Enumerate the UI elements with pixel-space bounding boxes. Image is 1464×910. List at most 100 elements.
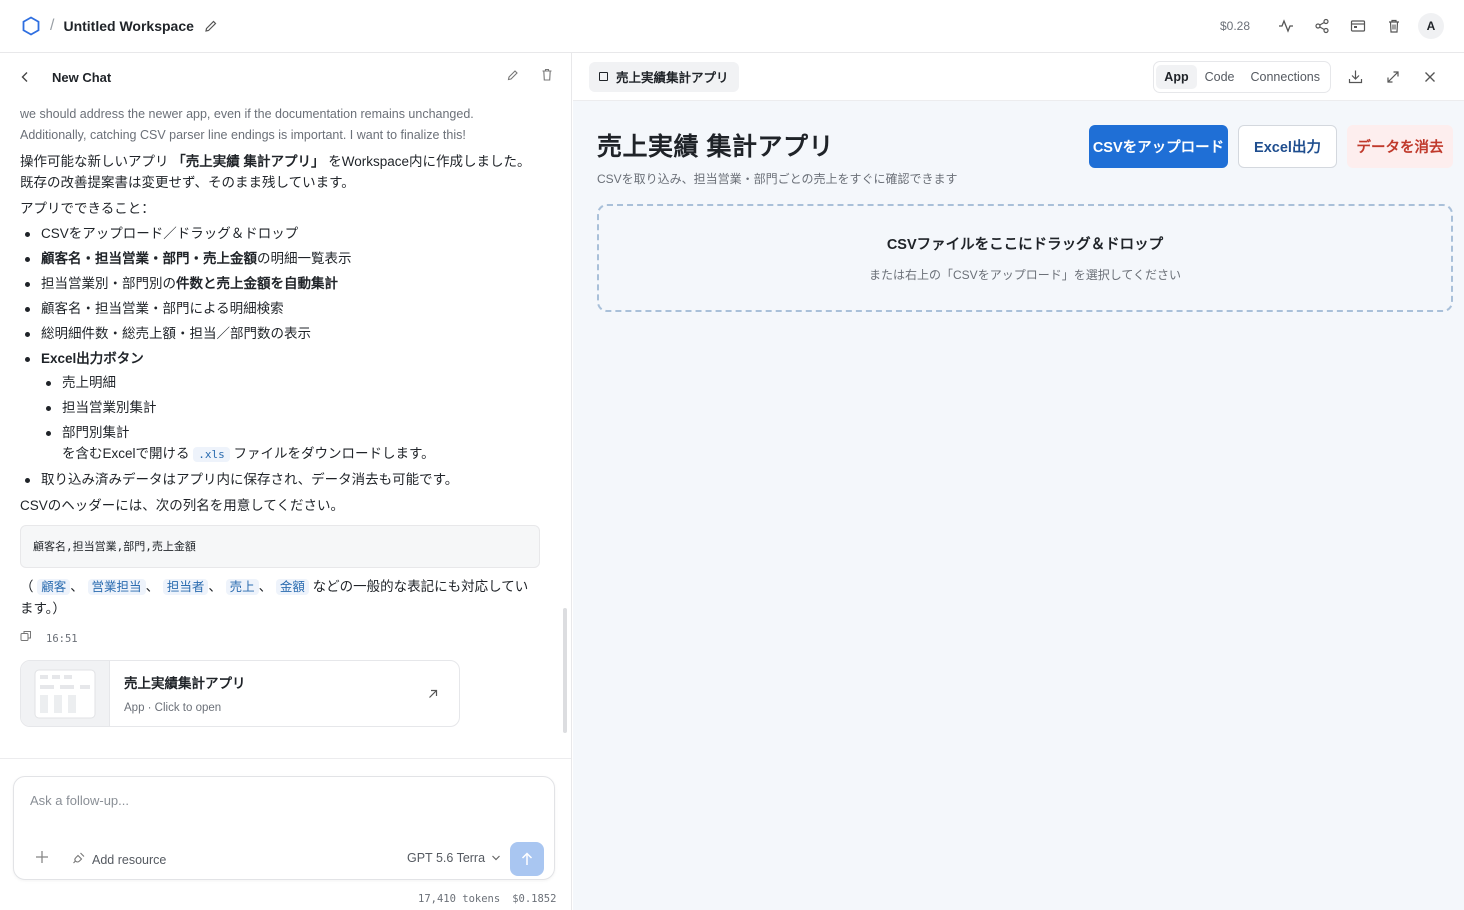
tab-app[interactable]: App (1156, 64, 1197, 89)
token-count: 17,410 tokens (418, 893, 501, 905)
app-tab-label: 売上実績集計アプリ (616, 71, 729, 85)
list-item-text: 取り込み済みデータはアプリ内に保存され、データ消去も可能です。 (41, 472, 459, 487)
separator: 、 (208, 579, 222, 594)
message-meta: 16:51 (20, 629, 540, 650)
scrollbar-thumb[interactable] (563, 608, 567, 733)
app-thumbnail-icon (21, 661, 110, 726)
inline-chip: 顧客 (37, 579, 71, 595)
composer[interactable]: Ask a follow-up... Add resource GPT 5.6 … (13, 776, 555, 880)
separator: 、 (258, 579, 273, 594)
list-item-text: 担当営業別集計 (62, 400, 157, 415)
csv-drop-zone[interactable]: CSVファイルをここにドラッグ＆ドロップ または右上の「CSVをアップロード」を… (597, 204, 1453, 312)
follow-up-input[interactable]: Ask a follow-up... (30, 793, 129, 808)
list-item-text: 総明細件数・総売上額・担当／部門数の表示 (41, 326, 311, 341)
list-item: 顧客名・担当営業・部門・売上金額の明細一覧表示 (20, 248, 540, 269)
app-name-bold: 「売上実績 集計アプリ」 (172, 154, 325, 169)
assistant-message: we should address the newer app, even if… (20, 104, 540, 727)
close-icon[interactable] (1411, 71, 1448, 83)
plug-icon (72, 851, 86, 868)
back-icon[interactable] (20, 71, 36, 83)
inline-chip: 担当者 (162, 579, 209, 595)
list-item-text: ファイルをダウンロードします。 (229, 446, 435, 461)
list-item-bold: 件数と売上金額を自動集計 (176, 276, 338, 291)
edit-chat-icon[interactable] (507, 68, 519, 86)
text-span: をWorkspace内に作成しました。 (324, 154, 531, 169)
share-icon[interactable] (1304, 8, 1340, 44)
download-icon[interactable] (1337, 69, 1374, 84)
chat-header: New Chat (0, 53, 571, 101)
list-item-text: 部門別集計 (62, 425, 130, 440)
divider (0, 758, 571, 759)
preview-header: 売上実績集計アプリ App Code Connections (573, 53, 1464, 101)
message-paragraph: CSVのヘッダーには、次の列名を用意してください。 (20, 498, 344, 513)
list-item: CSVをアップロード／ドラッグ＆ドロップ (20, 223, 540, 244)
list-item-text: 売上明細 (62, 375, 116, 390)
inline-chip: 営業担当 (87, 579, 146, 595)
hexagon-logo-icon[interactable] (20, 15, 42, 37)
drop-zone-title: CSVファイルをここにドラッグ＆ドロップ (886, 237, 1164, 253)
breadcrumb-separator: / (50, 17, 55, 34)
app-card-subtitle: App · Click to open (124, 702, 222, 714)
list-item-bold: 顧客名・担当営業・部門・売上金額 (41, 251, 257, 266)
open-arrow-icon[interactable] (407, 661, 459, 726)
chevron-down-icon (491, 851, 501, 865)
text-span: 操作可能な新しいアプリ (20, 154, 173, 169)
list-item: 売上明細 (41, 372, 540, 393)
message-paragraph: （ 顧客、 営業担当、 担当者、 売上、 金額 などの一般的な表記にも対応してい… (20, 576, 540, 619)
model-label: GPT 5.6 Terra (407, 851, 486, 865)
app-tab[interactable]: 売上実績集計アプリ (589, 61, 739, 92)
page-title: 売上実績 集計アプリ (597, 133, 834, 161)
excel-export-button[interactable]: Excel出力 (1238, 125, 1337, 168)
separator: 、 (70, 579, 84, 594)
activity-icon[interactable] (1268, 8, 1304, 44)
avatar[interactable]: A (1418, 13, 1444, 39)
code-block: 顧客名,担当営業,部門,売上金額 (20, 525, 540, 568)
app-card-info: 売上実績集計アプリ App · Click to open (110, 661, 407, 726)
token-cost: $0.1852 (512, 893, 557, 905)
copy-icon[interactable] (20, 629, 32, 650)
drop-zone-subtitle: または右上の「CSVをアップロード」を選択してください (869, 268, 1181, 282)
list-item: 担当営業別・部門別の件数と売上金額を自動集計 (20, 273, 540, 294)
list-item-text: の明細一覧表示 (257, 251, 352, 266)
app-header: 売上実績 集計アプリ CSVを取り込み、担当営業・部門ごとの売上をすぐに確認でき… (597, 127, 958, 187)
plus-icon[interactable] (34, 849, 50, 865)
expand-icon[interactable] (1374, 70, 1411, 84)
view-switcher: App Code Connections (1153, 60, 1331, 93)
message-paragraph: アプリでできること： (20, 201, 155, 216)
list-item-bold: Excel出力ボタン (41, 351, 144, 366)
pencil-icon[interactable] (204, 18, 220, 34)
list-item: 総明細件数・総売上額・担当／部門数の表示 (20, 323, 540, 344)
add-resource-button[interactable]: Add resource (72, 851, 166, 868)
list-item-text: CSVをアップロード／ドラッグ＆ドロップ (41, 226, 299, 241)
list-item-text: を含むExcelで開ける (62, 446, 194, 461)
chat-panel: New Chat we should address the newer app… (0, 53, 572, 910)
workspace-title[interactable]: Untitled Workspace (63, 18, 193, 34)
app-actions: CSVをアップロード Excel出力 データを消去 (1089, 125, 1453, 168)
token-usage: 17,410 tokens $0.1852 (418, 893, 556, 905)
inline-chip: 売上 (225, 579, 259, 595)
trash-icon[interactable] (1376, 8, 1412, 44)
page-subtitle: CSVを取り込み、担当営業・部門ごとの売上をすぐに確認できます (597, 172, 958, 186)
app-card-title: 売上実績集計アプリ (124, 676, 246, 691)
model-selector[interactable]: GPT 5.6 Terra (407, 851, 501, 865)
message-paragraph: 操作可能な新しいアプリ 「売上実績 集計アプリ」 をWorkspace内に作成し… (20, 151, 540, 193)
message-time: 16:51 (46, 633, 78, 645)
feature-list: CSVをアップロード／ドラッグ＆ドロップ 顧客名・担当営業・部門・売上金額の明細… (20, 223, 540, 490)
clear-data-button[interactable]: データを消去 (1347, 125, 1453, 168)
cost-label: $0.28 (1219, 19, 1250, 33)
tab-connections[interactable]: Connections (1243, 65, 1329, 89)
delete-chat-icon[interactable] (541, 68, 553, 86)
tab-code[interactable]: Code (1197, 65, 1243, 89)
app-square-icon (599, 72, 608, 81)
text-span: 既存の改善提案書は変更せず、そのまま残しています。 (20, 175, 355, 190)
thinking-text: we should address the newer app, even if… (20, 107, 474, 142)
app-card[interactable]: 売上実績集計アプリ App · Click to open (20, 660, 460, 727)
text-span: （ (20, 579, 34, 594)
send-button[interactable] (510, 842, 544, 876)
chat-title: New Chat (52, 69, 112, 85)
inline-code: .xls (193, 447, 230, 462)
panel-icon[interactable] (1340, 8, 1376, 44)
list-item: 取り込み済みデータはアプリ内に保存され、データ消去も可能です。 (20, 469, 540, 490)
list-item-text: 担当営業別・部門別の (41, 276, 176, 291)
upload-csv-button[interactable]: CSVをアップロード (1089, 125, 1228, 168)
